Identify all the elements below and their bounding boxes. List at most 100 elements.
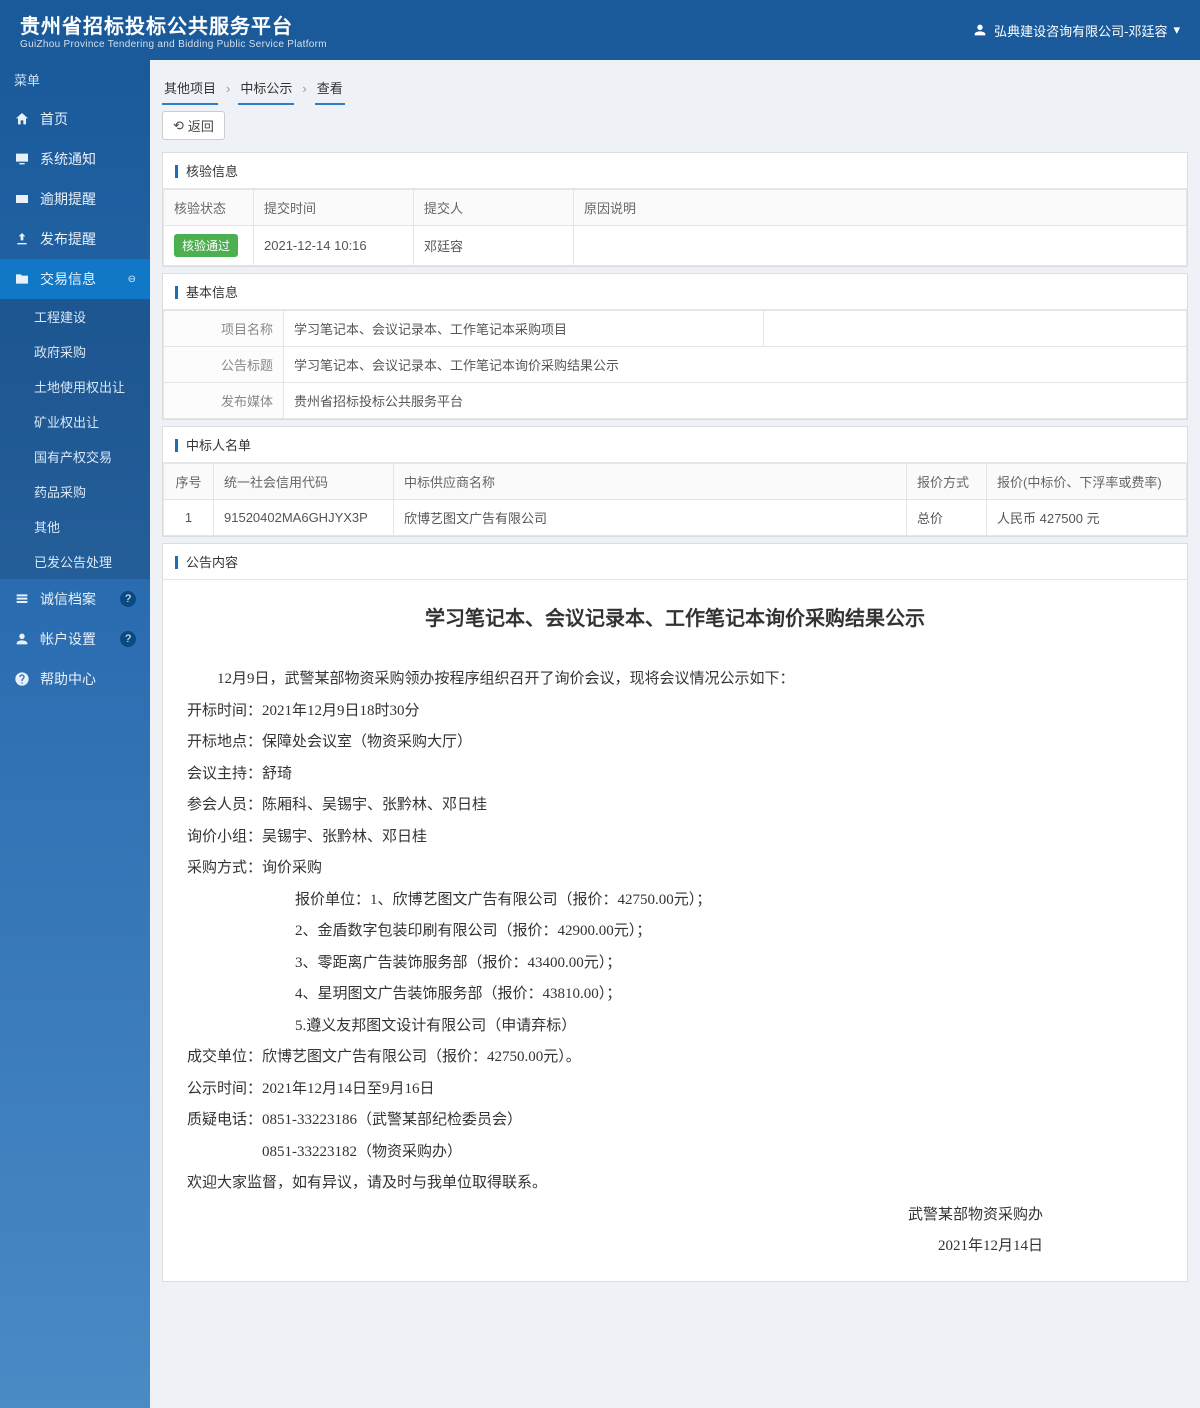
cell-code: 91520402MA6GHJYX3P [214, 500, 394, 536]
announce-phone1: 质疑电话：0851-33223186（武警某部纪检委员会） [187, 1105, 1163, 1137]
crumb-sep: › [226, 81, 230, 96]
announce-winner: 成交单位：欣博艺图文广告有限公司（报价：42750.00元）。 [187, 1042, 1163, 1074]
app-title: 贵州省招标投标公共服务平台 [20, 10, 327, 39]
sidebar-item-label: 交易信息 [40, 269, 96, 289]
panel-announce: 公告内容 学习笔记本、会议记录本、工作笔记本询价采购结果公示 12月9日，武警某… [162, 543, 1188, 1282]
sidebar: 菜单 首页 系统通知 逾期提醒 发布提醒 交易信息 ⊖ [0, 60, 150, 1408]
basic-table: 项目名称 学习笔记本、会议记录本、工作笔记本采购项目 公告标题 学习笔记本、会议… [163, 310, 1187, 419]
sidebar-item-account[interactable]: 帐户设置 ? [0, 619, 150, 659]
user-info[interactable]: 弘典建设咨询有限公司-邓廷容 ▾ [972, 21, 1180, 40]
sidebar-item-label: 系统通知 [40, 149, 96, 169]
home-icon [14, 111, 30, 127]
announce-open-time: 开标时间：2021年12月9日18时30分 [187, 696, 1163, 728]
menu-heading: 菜单 [0, 60, 150, 99]
announce-sig-unit: 武警某部物资采购办 [187, 1200, 1163, 1232]
cell-time: 2021-12-14 10:16 [254, 226, 414, 266]
monitor-icon [14, 151, 30, 167]
back-button[interactable]: ⟲ 返回 [162, 111, 225, 140]
table-row: 核验通过 2021-12-14 10:16 邓廷容 [164, 226, 1187, 266]
crumb-sep: › [302, 81, 306, 96]
panel-title: 公告内容 [163, 544, 1187, 580]
announce-sig-date: 2021年12月14日 [187, 1231, 1163, 1263]
panel-basic: 基本信息 项目名称 学习笔记本、会议记录本、工作笔记本采购项目 公告标题 学习笔… [162, 273, 1188, 420]
sub-item-construction[interactable]: 工程建设 [0, 299, 150, 334]
panel-bidders: 中标人名单 序号 统一社会信用代码 中标供应商名称 报价方式 报价(中标价、下浮… [162, 426, 1188, 537]
panel-title: 基本信息 [163, 274, 1187, 310]
col-price: 报价(中标价、下浮率或费率) [987, 464, 1187, 500]
col-method: 报价方式 [907, 464, 987, 500]
help-badge-icon: ? [120, 631, 136, 647]
cell-method: 总价 [907, 500, 987, 536]
announce-attendees: 参会人员：陈厢科、吴锡宇、张黔林、邓日桂 [187, 790, 1163, 822]
announce-group: 询价小组：吴锡宇、张黔林、邓日桂 [187, 822, 1163, 854]
sidebar-item-overdue[interactable]: 逾期提醒 [0, 179, 150, 219]
panel-title: 核验信息 [163, 153, 1187, 189]
table-row: 1 91520402MA6GHJYX3P 欣博艺图文广告有限公司 总价 人民币 … [164, 500, 1187, 536]
col-time: 提交时间 [254, 190, 414, 226]
sub-item-land[interactable]: 土地使用权出让 [0, 369, 150, 404]
col-code: 统一社会信用代码 [214, 464, 394, 500]
sidebar-item-credit[interactable]: 诚信档案 ? [0, 579, 150, 619]
announce-phone2: 0851-33223182（物资采购办） [187, 1137, 1163, 1169]
sidebar-item-home[interactable]: 首页 [0, 99, 150, 139]
folder-icon [14, 271, 30, 287]
app-subtitle: GuiZhou Province Tendering and Bidding P… [20, 39, 327, 50]
crumb-2: 查看 [315, 72, 345, 105]
table-row: 发布媒体 贵州省招标投标公共服务平台 [164, 383, 1187, 419]
sub-item-published[interactable]: 已发公告处理 [0, 544, 150, 579]
table-row: 项目名称 学习笔记本、会议记录本、工作笔记本采购项目 [164, 311, 1187, 347]
crumb-1[interactable]: 中标公示 [238, 72, 294, 105]
sub-item-mining[interactable]: 矿业权出让 [0, 404, 150, 439]
status-badge: 核验通过 [174, 234, 238, 257]
label: 发布媒体 [164, 383, 284, 419]
cell-no: 1 [164, 500, 214, 536]
back-icon: ⟲ [173, 118, 184, 134]
crumb-0[interactable]: 其他项目 [162, 72, 218, 105]
label: 项目名称 [164, 311, 284, 347]
announce-intro: 12月9日，武警某部物资采购领办按程序组织召开了询价会议，现将会议情况公示如下： [187, 664, 1163, 696]
col-no: 序号 [164, 464, 214, 500]
panel-verify: 核验信息 核验状态 提交时间 提交人 原因说明 核验通过 2021-12-14 … [162, 152, 1188, 267]
cell-submitter: 邓廷容 [414, 226, 574, 266]
cell-name: 欣博艺图文广告有限公司 [394, 500, 907, 536]
user-name: 弘典建设咨询有限公司-邓廷容 [994, 21, 1167, 40]
breadcrumb: 其他项目 › 中标公示 › 查看 [156, 66, 1194, 105]
sidebar-item-notice[interactable]: 系统通知 [0, 139, 150, 179]
value: 贵州省招标投标公共服务平台 [284, 383, 1187, 419]
sidebar-item-label: 帐户设置 [40, 629, 96, 649]
sub-item-property[interactable]: 国有产权交易 [0, 439, 150, 474]
sidebar-item-help[interactable]: 帮助中心 [0, 659, 150, 699]
sidebar-item-label: 帮助中心 [40, 669, 96, 689]
back-label: 返回 [188, 116, 214, 135]
col-submitter: 提交人 [414, 190, 574, 226]
upload-icon [14, 231, 30, 247]
sub-item-drug[interactable]: 药品采购 [0, 474, 150, 509]
sidebar-item-trade[interactable]: 交易信息 ⊖ [0, 259, 150, 299]
announce-method: 采购方式：询价采购 [187, 853, 1163, 885]
cell-reason [574, 226, 1187, 266]
bidders-table: 序号 统一社会信用代码 中标供应商名称 报价方式 报价(中标价、下浮率或费率) … [163, 463, 1187, 536]
announce-quote-4: 5.遵义友邦图文设计有限公司（申请弃标） [187, 1011, 1163, 1043]
label: 公告标题 [164, 347, 284, 383]
sidebar-item-publish[interactable]: 发布提醒 [0, 219, 150, 259]
announce-pub-time: 公示时间：2021年12月14日至9月16日 [187, 1074, 1163, 1106]
app-header: 贵州省招标投标公共服务平台 GuiZhou Province Tendering… [0, 0, 1200, 60]
person-icon [14, 631, 30, 647]
sub-item-gov[interactable]: 政府采购 [0, 334, 150, 369]
announce-body: 学习笔记本、会议记录本、工作笔记本询价采购结果公示 12月9日，武警某部物资采购… [163, 580, 1187, 1281]
sidebar-item-label: 逾期提醒 [40, 189, 96, 209]
help-badge-icon: ? [120, 591, 136, 607]
announce-open-place: 开标地点：保障处会议室（物资采购大厅） [187, 727, 1163, 759]
announce-quote-0: 报价单位：1、欣博艺图文广告有限公司（报价：42750.00元）； [187, 885, 1163, 917]
question-icon [14, 671, 30, 687]
announce-quote-1: 2、金盾数字包装印刷有限公司（报价：42900.00元）； [187, 916, 1163, 948]
content-area: 其他项目 › 中标公示 › 查看 ⟲ 返回 核验信息 核验状态 提交时间 [150, 60, 1200, 1408]
announce-host: 会议主持：舒琦 [187, 759, 1163, 791]
sidebar-item-label: 诚信档案 [40, 589, 96, 609]
sidebar-submenu: 工程建设 政府采购 土地使用权出让 矿业权出让 国有产权交易 药品采购 其他 已… [0, 299, 150, 579]
sub-item-other[interactable]: 其他 [0, 509, 150, 544]
announce-quote-3: 4、星玥图文广告装饰服务部（报价：43810.00）； [187, 979, 1163, 1011]
col-status: 核验状态 [164, 190, 254, 226]
chevron-down-icon: ▾ [1173, 22, 1180, 38]
col-name: 中标供应商名称 [394, 464, 907, 500]
